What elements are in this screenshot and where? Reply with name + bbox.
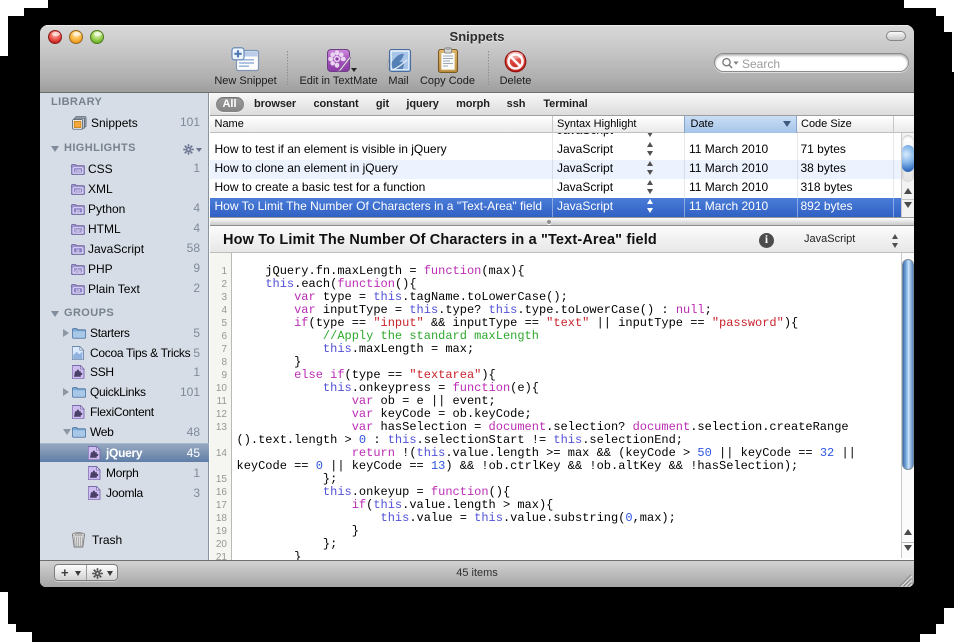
svg-text:css: css (75, 168, 81, 173)
svg-text:php: php (75, 268, 83, 273)
svg-text:htm: htm (75, 228, 82, 233)
svg-text:js: js (75, 248, 79, 253)
svg-text:xml: xml (75, 188, 82, 193)
